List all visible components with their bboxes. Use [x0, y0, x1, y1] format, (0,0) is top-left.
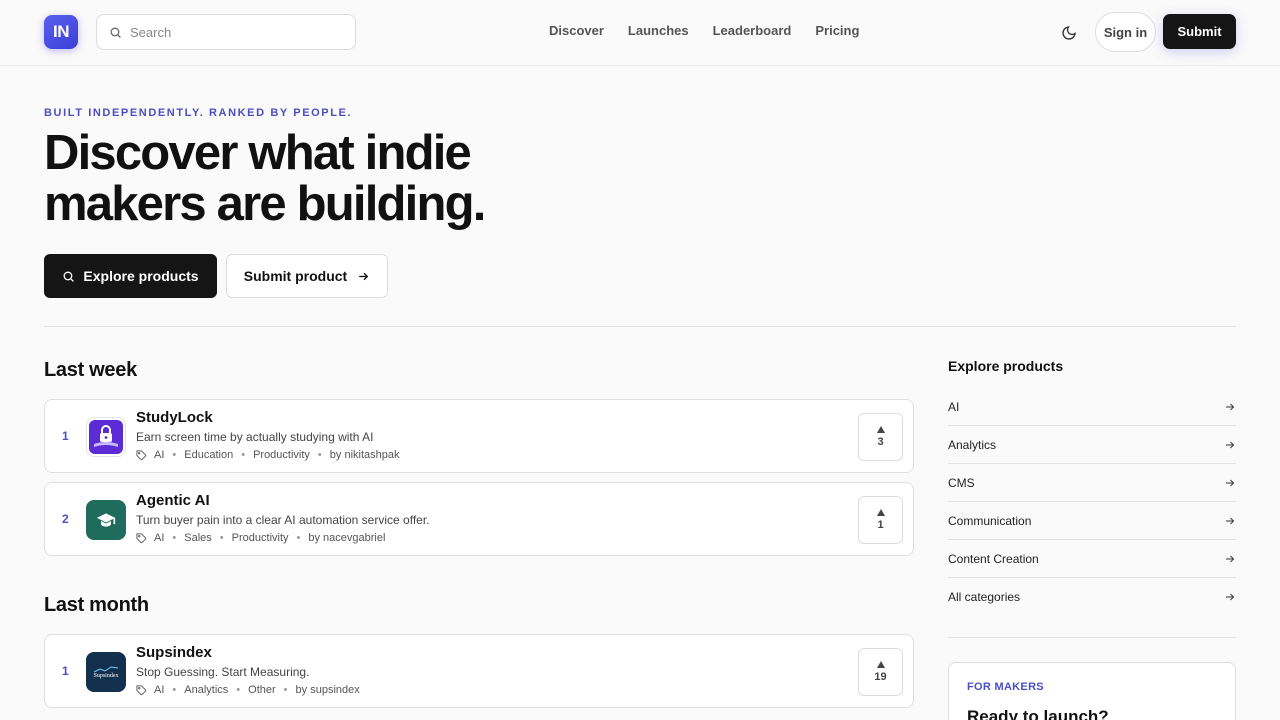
search-icon	[110, 27, 121, 38]
last-week-title: Last week	[44, 359, 137, 381]
upvote-count: 19	[874, 671, 887, 683]
upvote-arrow-icon	[876, 426, 885, 433]
last-month-title: Last month	[44, 594, 149, 616]
product-tag[interactable]: Other	[248, 684, 276, 696]
search-icon	[63, 271, 75, 282]
product-tag[interactable]: AI	[154, 684, 164, 696]
tag-icon	[136, 449, 147, 460]
brand-logo[interactable]: IN	[44, 15, 78, 49]
product-name[interactable]: StudyLock	[136, 409, 213, 426]
category-list: AI Analytics CMS Communication Content C…	[948, 388, 1236, 616]
upvote-arrow-icon	[876, 509, 885, 516]
product-rank: 1	[62, 664, 69, 678]
product-rank: 2	[62, 512, 69, 526]
for-makers-card: FOR MAKERS Ready to launch?	[948, 662, 1236, 720]
top-navigation-bar: IN Discover Launches Leaderboard Pricing…	[0, 0, 1280, 66]
product-logo: Supsindex	[86, 652, 126, 692]
upvote-arrow-icon	[876, 661, 885, 668]
arrow-right-icon	[1226, 593, 1235, 601]
hero-eyebrow: BUILT INDEPENDENTLY. RANKED BY PEOPLE.	[44, 107, 353, 119]
upvote-count: 1	[877, 519, 884, 531]
product-tag[interactable]: Education	[184, 449, 233, 461]
product-card[interactable]: 2 Agentic AI Turn buyer pain into a clea…	[44, 482, 914, 556]
category-item-all[interactable]: All categories	[948, 578, 1236, 616]
tag-icon	[136, 532, 147, 543]
product-card[interactable]: 1 StudyLock Earn screen time by actually…	[44, 399, 914, 473]
upvote-button[interactable]: 1	[858, 496, 903, 544]
main-nav: Discover Launches Leaderboard Pricing	[549, 23, 859, 38]
nav-link-launches[interactable]: Launches	[628, 23, 689, 38]
search-input[interactable]	[130, 24, 330, 40]
chart-line-icon	[93, 666, 119, 673]
submit-button[interactable]: Submit	[1163, 14, 1236, 49]
product-meta: AI • Sales • Productivity • by nacevgabriel	[136, 532, 385, 544]
product-maker[interactable]: by nikitashpak	[330, 449, 400, 461]
category-label: All categories	[948, 590, 1021, 604]
product-tag[interactable]: Productivity	[232, 532, 289, 544]
category-label: Analytics	[948, 437, 997, 452]
product-tagline: Earn screen time by actually studying wi…	[136, 430, 374, 444]
makers-eyebrow: FOR MAKERS	[967, 681, 1044, 693]
product-tagline: Turn buyer pain into a clear AI automati…	[136, 513, 430, 527]
sidebar-title: Explore products	[948, 358, 1064, 374]
explore-products-label: Explore products	[83, 268, 199, 284]
makers-heading: Ready to launch?	[967, 707, 1109, 720]
arrow-right-icon	[1226, 441, 1235, 448]
nav-link-pricing[interactable]: Pricing	[815, 23, 859, 38]
arrow-right-icon	[1226, 479, 1235, 486]
upvote-count: 3	[877, 436, 884, 448]
product-tag[interactable]: Productivity	[253, 449, 310, 461]
product-tagline: Stop Guessing. Start Measuring.	[136, 665, 310, 679]
arrow-right-icon	[1226, 517, 1235, 524]
moon-icon	[1062, 26, 1076, 40]
category-item-communication[interactable]: Communication	[948, 502, 1236, 540]
product-name[interactable]: Supsindex	[136, 644, 212, 661]
category-label: CMS	[948, 475, 975, 490]
explore-products-button[interactable]: Explore products	[44, 254, 217, 298]
arrow-right-icon	[1226, 555, 1235, 562]
product-meta: AI • Analytics • Other • by supsindex	[136, 684, 360, 696]
product-tag[interactable]: AI	[154, 532, 164, 544]
category-item-cms[interactable]: CMS	[948, 464, 1236, 502]
arrow-right-icon	[359, 272, 369, 280]
sidebar-divider	[948, 637, 1236, 638]
product-card[interactable]: 1 Supsindex Supsindex Stop Guessing. Sta…	[44, 634, 914, 708]
upvote-button[interactable]: 19	[858, 648, 903, 696]
category-item-analytics[interactable]: Analytics	[948, 426, 1236, 464]
hero-title: Discover what indie makers are building.	[44, 126, 486, 231]
submit-product-button[interactable]: Submit product	[226, 254, 388, 298]
product-rank: 1	[62, 429, 69, 443]
category-item-ai[interactable]: AI	[948, 388, 1236, 426]
category-label: Communication	[948, 513, 1032, 528]
product-logo	[86, 500, 126, 540]
arrow-right-icon	[1226, 403, 1235, 410]
submit-product-label: Submit product	[243, 268, 348, 284]
product-meta: AI • Education • Productivity • by nikitash…	[136, 449, 400, 461]
category-item-content-creation[interactable]: Content Creation	[948, 540, 1236, 578]
lock-book-icon	[89, 420, 123, 454]
product-maker[interactable]: by supsindex	[296, 684, 360, 696]
nav-link-discover[interactable]: Discover	[549, 23, 604, 38]
theme-toggle-button[interactable]	[1058, 22, 1080, 44]
graduation-cap-icon	[96, 513, 116, 527]
section-divider	[44, 326, 1236, 327]
search-box[interactable]	[96, 14, 356, 50]
product-logo	[86, 417, 126, 457]
product-tag[interactable]: Sales	[184, 532, 212, 544]
category-label: AI	[948, 399, 960, 414]
product-tag[interactable]: Analytics	[184, 684, 228, 696]
product-tag[interactable]: AI	[154, 449, 164, 461]
tag-icon	[136, 684, 147, 695]
sign-in-button[interactable]: Sign in	[1095, 12, 1156, 52]
product-name[interactable]: Agentic AI	[136, 492, 210, 509]
category-label: Content Creation	[948, 551, 1039, 566]
product-logo-text: Supsindex	[93, 673, 119, 679]
upvote-button[interactable]: 3	[858, 413, 903, 461]
nav-link-leaderboard[interactable]: Leaderboard	[713, 23, 792, 38]
product-maker[interactable]: by nacevgabriel	[308, 532, 385, 544]
